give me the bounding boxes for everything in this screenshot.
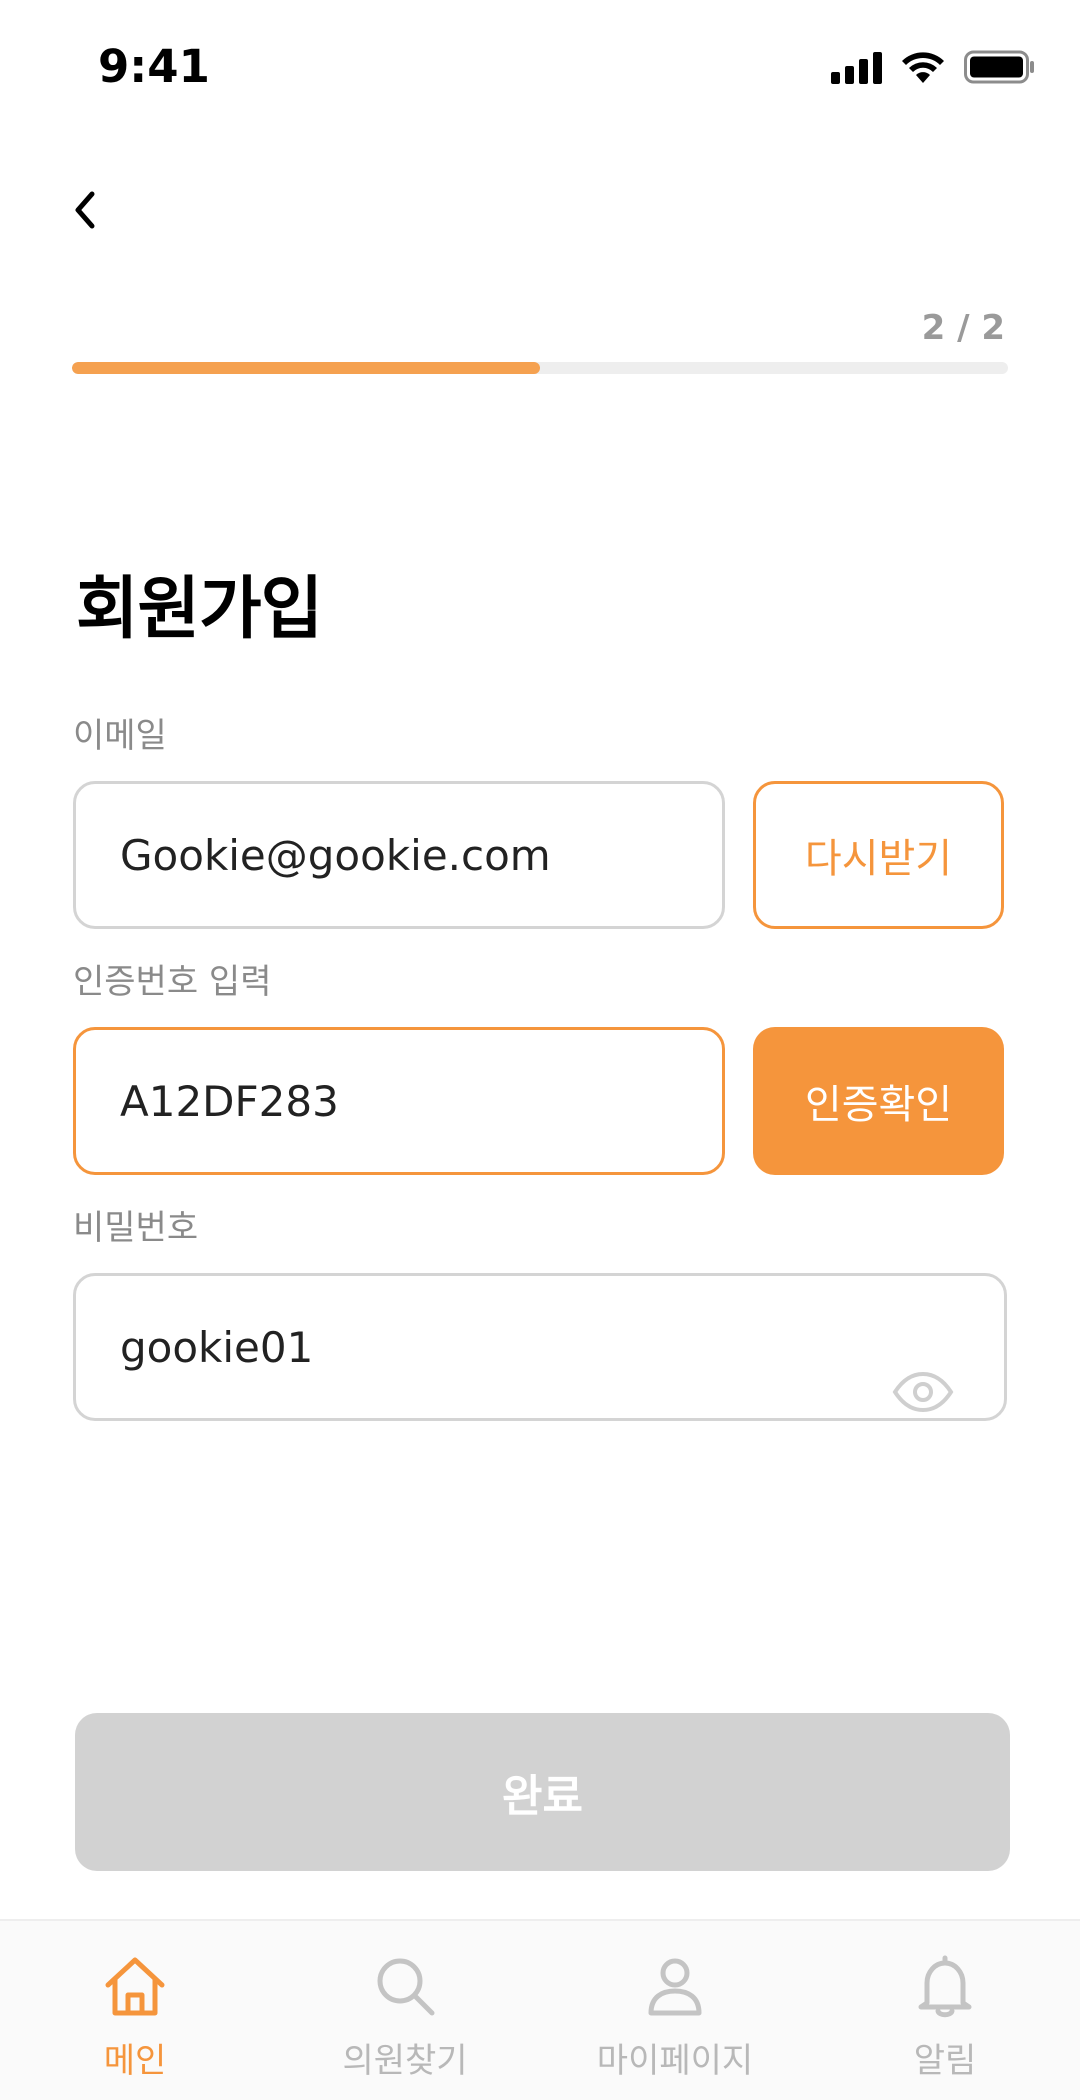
verify-button[interactable]: 인증확인 xyxy=(753,1027,1004,1175)
email-field[interactable] xyxy=(76,784,722,926)
nav-item-mypage[interactable]: 마이페이지 xyxy=(540,1921,810,2100)
search-icon xyxy=(377,1958,435,2016)
code-field-container xyxy=(73,1027,725,1175)
progress-fill xyxy=(72,362,540,374)
nav-item-notifications[interactable]: 알림 xyxy=(810,1921,1080,2100)
home-icon xyxy=(105,1957,165,2016)
nav-label: 알림 xyxy=(913,2041,977,2081)
bottom-nav: 메인 의원찾기 마이페이지 알림 xyxy=(0,1919,1080,2100)
nav-item-search[interactable]: 의원찾기 xyxy=(270,1921,540,2100)
chevron-left-icon xyxy=(75,191,95,229)
person-icon xyxy=(648,1958,702,2016)
nav-label: 의원찾기 xyxy=(342,2041,468,2081)
signal-icon xyxy=(831,50,882,84)
password-field-container xyxy=(73,1273,1007,1421)
nav-label: 메인 xyxy=(103,2041,167,2081)
email-field-container xyxy=(73,781,725,929)
eye-icon[interactable] xyxy=(892,1371,954,1413)
nav-item-main[interactable]: 메인 xyxy=(0,1921,270,2100)
progress-bar xyxy=(72,362,1008,374)
password-field[interactable] xyxy=(76,1276,1004,1418)
step-indicator: 2 / 2 xyxy=(921,308,1005,348)
code-label: 인증번호 입력 xyxy=(73,962,272,1002)
page-title: 회원가입 xyxy=(76,570,323,649)
bell-icon xyxy=(918,1955,972,2018)
email-label: 이메일 xyxy=(73,716,167,756)
resend-button[interactable]: 다시받기 xyxy=(753,781,1004,929)
code-field[interactable] xyxy=(76,1030,722,1172)
submit-button[interactable]: 완료 xyxy=(75,1713,1010,1871)
nav-label: 마이페이지 xyxy=(596,2041,754,2081)
status-time: 9:41 xyxy=(98,40,210,93)
status-icons xyxy=(831,50,1036,84)
wifi-icon xyxy=(902,52,944,83)
battery-icon xyxy=(964,50,1034,84)
status-bar: 9:41 xyxy=(0,0,1080,140)
password-label: 비밀번호 xyxy=(73,1208,199,1248)
back-button[interactable] xyxy=(60,180,110,240)
